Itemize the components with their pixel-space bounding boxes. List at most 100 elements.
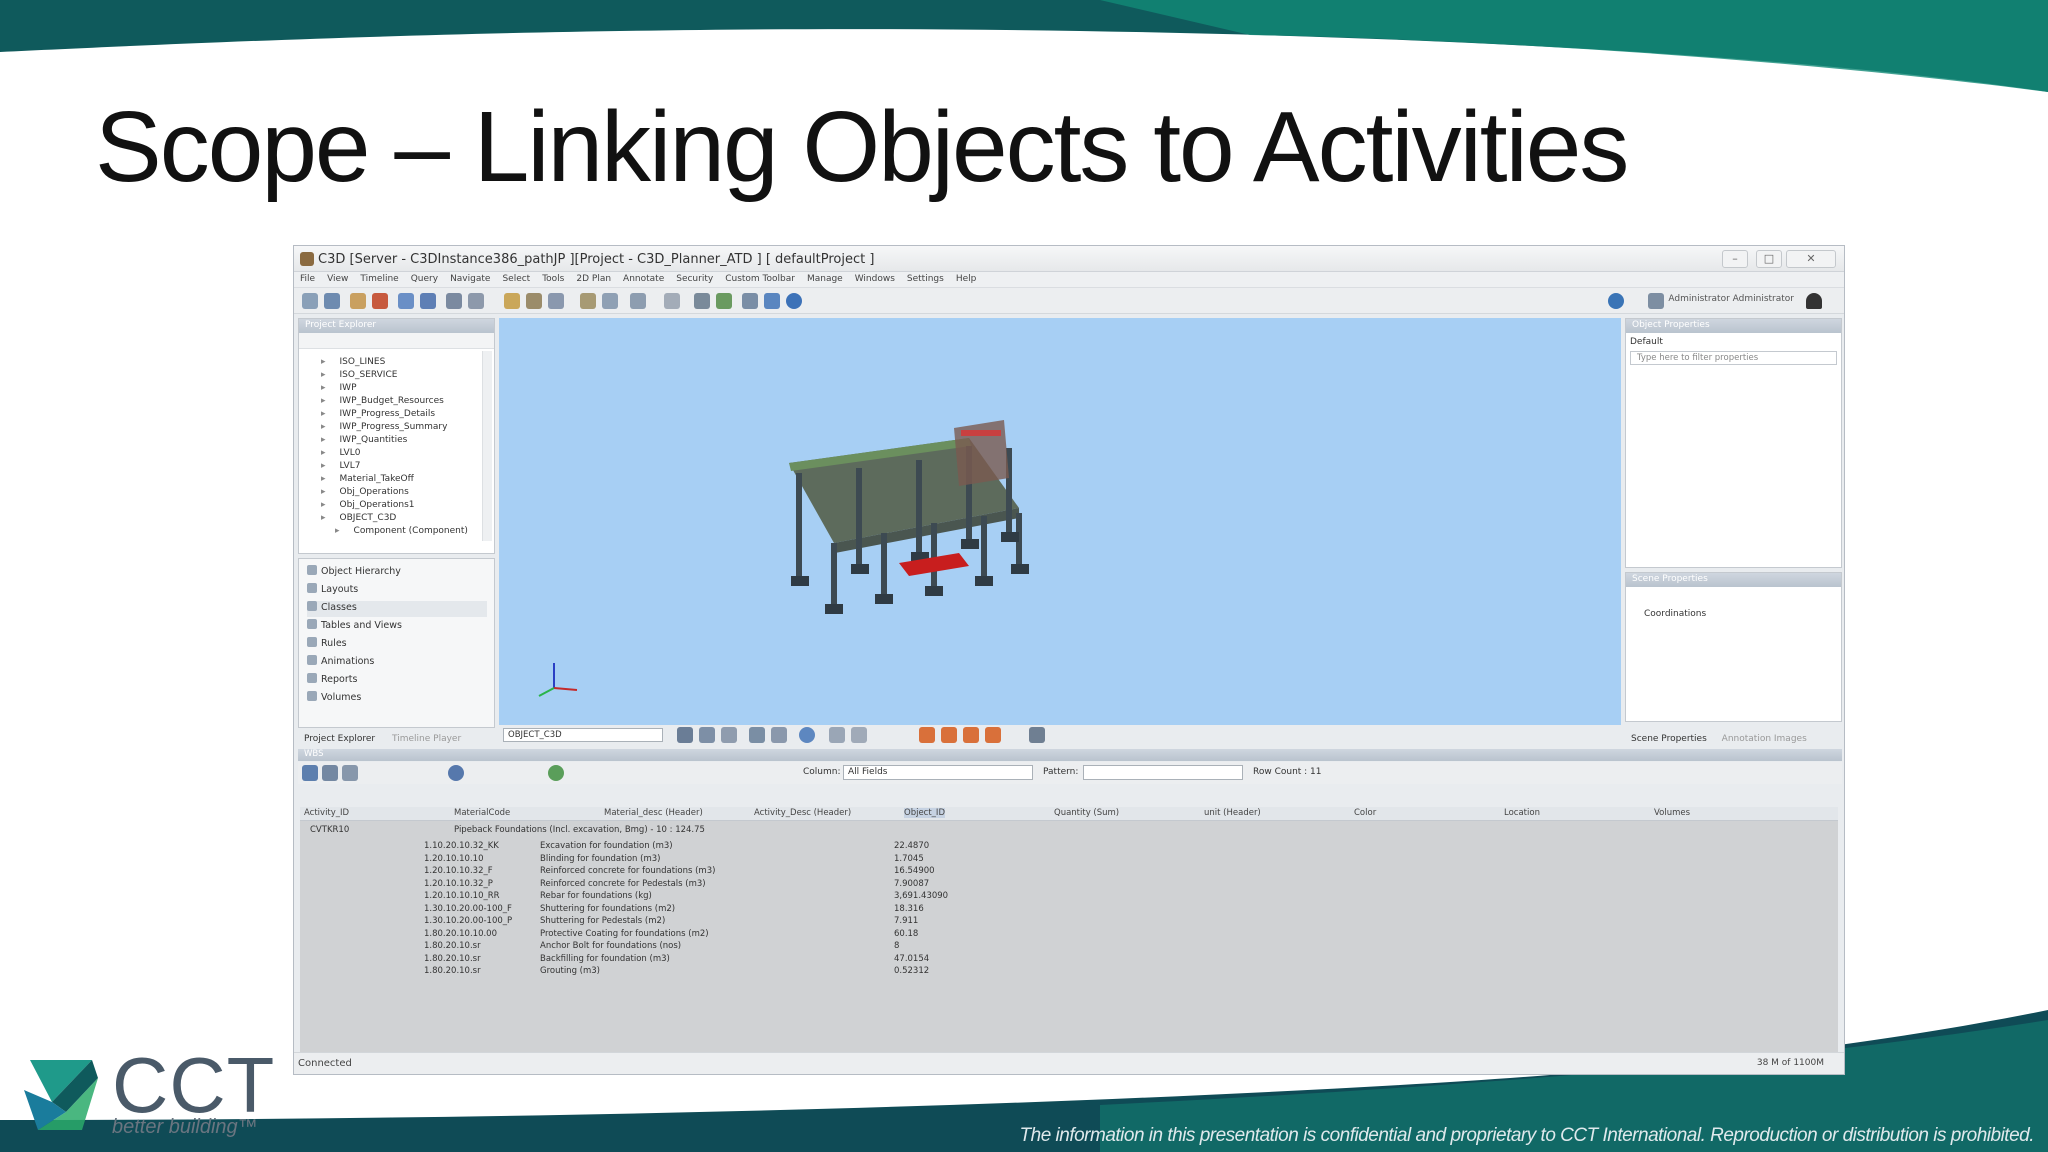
toolbar-icon[interactable]: [749, 727, 765, 743]
group-activity-id[interactable]: CVTKR10: [310, 825, 349, 835]
toolbar-icon[interactable]: [602, 293, 618, 309]
row-quantity[interactable]: 18.316: [894, 904, 924, 914]
menu-file[interactable]: File: [294, 272, 321, 286]
tree-item[interactable]: OBJECT_C3D: [321, 513, 397, 525]
toolbar-icon[interactable]: [851, 727, 867, 743]
toolbar-icon[interactable]: [919, 727, 935, 743]
tab-project-explorer[interactable]: Project Explorer: [304, 734, 375, 744]
toolbar-icon[interactable]: [829, 727, 845, 743]
tab-annotation-images[interactable]: Annotation Images: [1722, 734, 1807, 744]
view-selector[interactable]: OBJECT_C3D: [503, 728, 663, 742]
row-quantity[interactable]: 8: [894, 941, 899, 951]
toolbar-icon[interactable]: [985, 727, 1001, 743]
row-material-code[interactable]: 1.80.20.10.10.00: [424, 929, 497, 939]
maximize-button[interactable]: □: [1756, 250, 1782, 268]
row-material-code[interactable]: 1.30.10.20.00-100_P: [424, 916, 512, 926]
toolbar-icon[interactable]: [580, 293, 596, 309]
row-material-code[interactable]: 1.80.20.10.sr: [424, 941, 481, 951]
tree-item[interactable]: LVL0: [321, 448, 361, 460]
toolbar-icon[interactable]: [322, 765, 338, 781]
toolbar-icon[interactable]: [526, 293, 542, 309]
col-header[interactable]: Activity_Desc (Header): [754, 808, 851, 818]
tree-item[interactable]: IWP_Budget_Resources: [321, 396, 444, 408]
toolbar-icon[interactable]: [771, 727, 787, 743]
menu-query[interactable]: Query: [405, 272, 444, 286]
nav-volumes[interactable]: Volumes: [307, 691, 487, 707]
row-material-code[interactable]: 1.80.20.10.sr: [424, 954, 481, 964]
nav-animations[interactable]: Animations: [307, 655, 487, 671]
toolbar-icon[interactable]: [630, 293, 646, 309]
minimize-button[interactable]: –: [1722, 250, 1748, 268]
tree-item[interactable]: Obj_Operations1: [321, 500, 415, 512]
col-header[interactable]: Quantity (Sum): [1054, 808, 1119, 818]
tree-item[interactable]: ISO_LINES: [321, 357, 386, 369]
pattern-input[interactable]: [1083, 765, 1243, 780]
toolbar-icon[interactable]: [963, 727, 979, 743]
row-quantity[interactable]: 60.18: [894, 929, 918, 939]
tree-scrollbar[interactable]: [482, 351, 492, 541]
toolbar-icon[interactable]: [420, 293, 436, 309]
menu-settings[interactable]: Settings: [901, 272, 950, 286]
tree-item[interactable]: Material_TakeOff: [321, 474, 414, 486]
row-material-desc[interactable]: Grouting (m3): [540, 966, 600, 976]
toolbar-icon[interactable]: [398, 293, 414, 309]
row-material-desc[interactable]: Rebar for foundations (kg): [540, 891, 652, 901]
toolbar-icon[interactable]: [548, 293, 564, 309]
row-material-desc[interactable]: Excavation for foundation (m3): [540, 841, 673, 851]
toolbar-icon[interactable]: [324, 293, 340, 309]
menu-navigate[interactable]: Navigate: [444, 272, 496, 286]
info-icon[interactable]: [786, 293, 802, 309]
toolbar-icon[interactable]: [721, 727, 737, 743]
tree-item[interactable]: LVL7: [321, 461, 361, 473]
toolbar-icon[interactable]: [342, 765, 358, 781]
nav-layouts[interactable]: Layouts: [307, 583, 487, 599]
col-header[interactable]: Activity_ID: [304, 808, 349, 818]
row-material-code[interactable]: 1.20.10.10.10_RR: [424, 891, 500, 901]
menu-annotate[interactable]: Annotate: [617, 272, 670, 286]
row-quantity[interactable]: 3,691.43090: [894, 891, 948, 901]
toolbar-icon[interactable]: [677, 727, 693, 743]
menu-select[interactable]: Select: [496, 272, 536, 286]
row-quantity[interactable]: 16.54900: [894, 866, 935, 876]
menu-view[interactable]: View: [321, 272, 354, 286]
user-icon[interactable]: [1806, 293, 1822, 309]
nav-object-hierarchy[interactable]: Object Hierarchy: [307, 565, 487, 581]
toolbar-icon[interactable]: [446, 293, 462, 309]
row-material-desc[interactable]: Protective Coating for foundations (m2): [540, 929, 709, 939]
nav-rules[interactable]: Rules: [307, 637, 487, 653]
tab-scene-properties[interactable]: Scene Properties: [1631, 734, 1707, 744]
tab-timeline-player[interactable]: Timeline Player: [392, 734, 461, 744]
menu-help[interactable]: Help: [950, 272, 983, 286]
tree-item[interactable]: ISO_SERVICE: [321, 370, 398, 382]
row-material-code[interactable]: 1.20.10.10.32_P: [424, 879, 493, 889]
row-material-code[interactable]: 1.20.10.10.10: [424, 854, 483, 864]
row-quantity[interactable]: 1.7045: [894, 854, 924, 864]
col-header[interactable]: Volumes: [1654, 808, 1690, 818]
row-material-desc[interactable]: Shuttering for Pedestals (m2): [540, 916, 665, 926]
row-material-desc[interactable]: Blinding for foundation (m3): [540, 854, 660, 864]
col-header[interactable]: Color: [1354, 808, 1376, 818]
menu-custom-toolbar[interactable]: Custom Toolbar: [719, 272, 801, 286]
3d-viewport[interactable]: [499, 318, 1621, 725]
col-header[interactable]: Material_desc (Header): [604, 808, 703, 818]
tree-item[interactable]: IWP_Quantities: [321, 435, 408, 447]
scene-item[interactable]: Coordinations: [1644, 609, 1706, 619]
toolbar-icon[interactable]: [799, 727, 815, 743]
row-material-code[interactable]: 1.20.10.10.32_F: [424, 866, 493, 876]
toolbar-icon[interactable]: [1029, 727, 1045, 743]
toolbar-icon[interactable]: [764, 293, 780, 309]
row-material-desc[interactable]: Reinforced concrete for foundations (m3): [540, 866, 715, 876]
row-material-code[interactable]: 1.80.20.10.sr: [424, 966, 481, 976]
row-quantity[interactable]: 47.0154: [894, 954, 929, 964]
toolbar-icon[interactable]: [302, 293, 318, 309]
nav-reports[interactable]: Reports: [307, 673, 487, 689]
nav-classes[interactable]: Classes: [307, 601, 487, 617]
col-header[interactable]: Object_ID: [904, 808, 945, 818]
row-material-desc[interactable]: Anchor Bolt for foundations (nos): [540, 941, 681, 951]
menu-windows[interactable]: Windows: [849, 272, 901, 286]
row-material-code[interactable]: 1.30.10.20.00-100_F: [424, 904, 512, 914]
row-quantity[interactable]: 0.52312: [894, 966, 929, 976]
toolbar-icon[interactable]: [350, 293, 366, 309]
filter-properties-input[interactable]: Type here to filter properties: [1630, 351, 1837, 365]
refresh-icon[interactable]: [1608, 293, 1624, 309]
